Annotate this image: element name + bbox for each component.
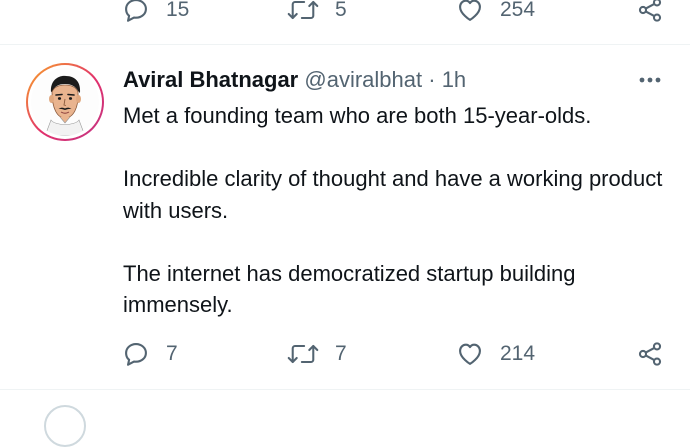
avatar[interactable]: [26, 63, 104, 141]
reply-icon: [125, 343, 147, 366]
reply-button[interactable]: 15: [122, 0, 189, 24]
retweet-button[interactable]: 7: [287, 339, 347, 369]
share-icon: [638, 342, 662, 366]
like-count: 214: [500, 342, 536, 365]
like-button[interactable]: 254: [456, 0, 535, 24]
heart-icon: [459, 0, 481, 21]
tweet-paragraph: Incredible clarity of thought and have a…: [123, 166, 663, 223]
retweet-count: 5: [335, 0, 347, 21]
avatar-illustration: [31, 68, 99, 136]
avatar-face-icon: [44, 75, 86, 136]
share-icon: [638, 0, 662, 22]
separator-dot: ·: [428, 67, 436, 92]
retweet-button[interactable]: 5: [287, 0, 347, 24]
reply-button[interactable]: 7: [122, 339, 178, 369]
retweet-count: 7: [335, 342, 347, 365]
next-tweet-avatar[interactable]: [44, 405, 86, 447]
retweet-icon: [287, 344, 319, 364]
user-handle[interactable]: @aviralbhat: [304, 67, 422, 92]
tweet-paragraph: Met a founding team who are both 15-year…: [123, 103, 592, 128]
like-button[interactable]: 214: [456, 339, 535, 369]
reply-icon: [125, 0, 147, 22]
tweet-text: Met a founding team who are both 15-year…: [123, 100, 663, 321]
like-count: 254: [500, 0, 536, 21]
avatar-ring: [28, 65, 102, 139]
tweet-header: Aviral Bhatnagar @aviralbhat · 1h: [123, 65, 466, 95]
share-button[interactable]: [636, 0, 664, 24]
tweet-divider-bottom: [0, 389, 690, 390]
more-options-button[interactable]: [636, 70, 664, 90]
retweet-icon: [287, 0, 319, 20]
timestamp[interactable]: 1h: [442, 67, 466, 92]
heart-icon: [459, 343, 481, 365]
reply-count: 15: [166, 0, 190, 21]
share-button[interactable]: [636, 339, 664, 369]
display-name[interactable]: Aviral Bhatnagar: [123, 67, 298, 92]
tweet-paragraph: The internet has democratized startup bu…: [123, 260, 576, 318]
tweet-divider-top: [0, 44, 690, 45]
reply-count: 7: [166, 342, 178, 365]
more-options-icon: [639, 77, 661, 83]
